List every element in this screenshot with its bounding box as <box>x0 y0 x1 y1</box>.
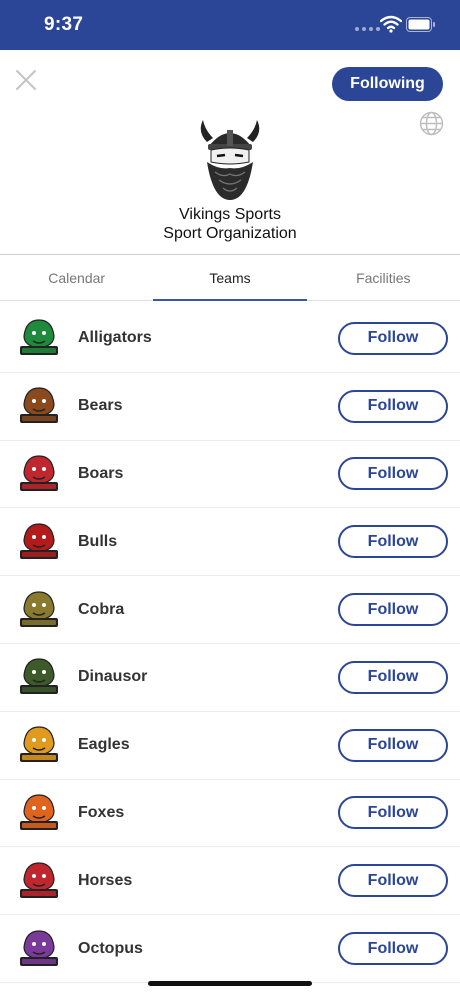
org-name: Vikings Sports <box>179 206 281 223</box>
team-name: Boars <box>78 464 124 482</box>
alligator-logo-icon <box>20 319 58 356</box>
follow-button[interactable]: Follow <box>338 321 448 355</box>
follow-button[interactable]: Follow <box>338 457 448 491</box>
follow-button[interactable]: Follow <box>338 864 448 898</box>
dinosaur-logo-icon <box>20 658 58 695</box>
fox-logo-icon <box>20 794 58 830</box>
team-name: Foxes <box>78 803 125 821</box>
team-row[interactable]: Alligators Follow <box>0 305 460 373</box>
boar-logo-icon <box>20 455 58 491</box>
battery-icon <box>406 17 435 32</box>
follow-button[interactable]: Follow <box>338 932 448 966</box>
close-icon[interactable] <box>14 68 38 92</box>
org-type: Sport Organization <box>163 225 297 242</box>
follow-button[interactable]: Follow <box>338 593 448 627</box>
tab-calendar[interactable]: Calendar <box>0 255 153 300</box>
bear-logo-icon <box>20 387 58 424</box>
follow-button[interactable]: Follow <box>338 796 448 830</box>
team-row[interactable]: Dinausor Follow <box>0 644 460 712</box>
team-name: Cobra <box>78 600 125 618</box>
team-name: Bears <box>78 397 123 415</box>
tab-bar: Calendar Teams Facilities <box>0 254 460 301</box>
team-row[interactable]: Cobra Follow <box>0 576 460 644</box>
team-row[interactable]: Horses Follow <box>0 847 460 916</box>
horse-logo-icon <box>20 862 58 898</box>
wifi-icon <box>380 15 402 33</box>
follow-button[interactable]: Follow <box>338 728 448 762</box>
globe-icon[interactable] <box>419 111 444 136</box>
cobra-logo-icon <box>20 590 58 627</box>
status-bar: 9:37 <box>0 0 460 50</box>
team-name: Dinausor <box>78 668 148 686</box>
team-name: Alligators <box>78 329 152 347</box>
viking-logo-icon <box>200 120 260 200</box>
signal-icon <box>355 27 380 31</box>
team-row[interactable]: Foxes Follow <box>0 780 460 848</box>
tab-teams[interactable]: Teams <box>153 255 307 301</box>
team-row[interactable]: Eagles Follow <box>0 712 460 780</box>
team-row[interactable]: Octopus Follow <box>0 915 460 983</box>
follow-button[interactable]: Follow <box>338 389 448 423</box>
follow-button[interactable]: Follow <box>338 660 448 694</box>
status-time: 9:37 <box>44 14 84 35</box>
team-name: Bulls <box>78 532 118 550</box>
team-row[interactable]: Bears Follow <box>0 373 460 441</box>
team-list: Alligators Follow Bears Follow Boars Fol… <box>0 305 460 983</box>
bull-logo-icon <box>20 523 58 559</box>
team-row[interactable]: Boars Follow <box>0 441 460 509</box>
octopus-logo-icon <box>20 929 58 966</box>
team-name: Eagles <box>78 736 130 754</box>
home-indicator <box>148 981 312 986</box>
following-button[interactable]: Following <box>332 67 443 101</box>
team-name: Octopus <box>78 939 143 957</box>
eagle-logo-icon <box>20 726 58 763</box>
team-name: Horses <box>78 871 133 889</box>
team-row[interactable]: Bulls Follow <box>0 508 460 577</box>
follow-button[interactable]: Follow <box>338 525 448 559</box>
tab-facilities[interactable]: Facilities <box>307 255 460 300</box>
